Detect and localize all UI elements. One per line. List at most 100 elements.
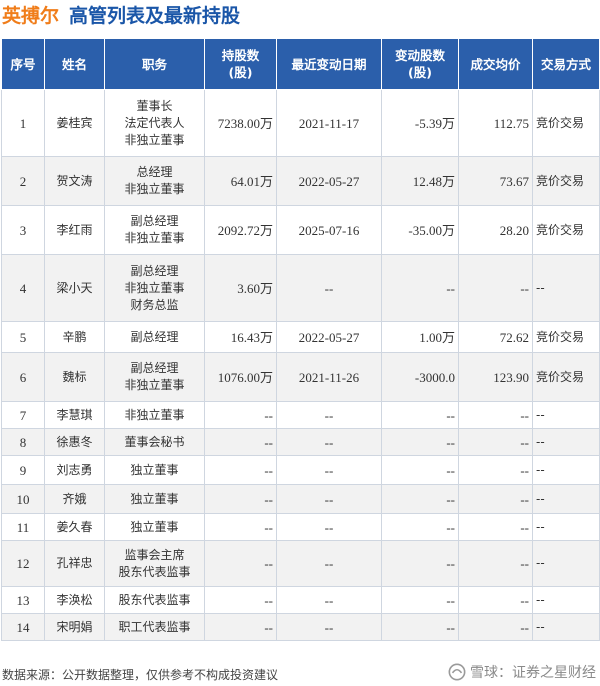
role-line: 非独立董事	[124, 378, 185, 392]
cell-shares: --	[204, 455, 277, 485]
cell-name: 徐惠冬	[44, 428, 105, 456]
cell-change-date: --	[276, 613, 382, 641]
column-header: 序号	[1, 38, 45, 90]
cell-change-date: --	[276, 586, 382, 614]
cell-index: 11	[1, 513, 45, 541]
cell-index: 6	[1, 352, 45, 402]
role-line: 副总经理	[130, 361, 179, 375]
cell-shares: --	[204, 586, 277, 614]
role-line: 独立董事	[130, 491, 179, 506]
cell-name: 孔祥忠	[44, 540, 105, 587]
cell-trade-method: --	[532, 484, 600, 514]
cell-change-shares: -35.00万	[381, 205, 459, 255]
cell-avg-price: 112.75	[458, 89, 533, 157]
cell-name: 李慧琪	[44, 401, 105, 429]
cell-change-shares: 12.48万	[381, 156, 459, 206]
cell-avg-price: 123.90	[458, 352, 533, 402]
cell-shares: --	[204, 401, 277, 429]
table-row: 3 李红雨 副总经理 非独立董事 2092.72万 2025-07-16 -35.00万 28…	[1, 205, 600, 255]
role-line: 股东代表监事	[118, 592, 191, 607]
cell-roles: 董事会秘书	[104, 428, 205, 456]
cell-name: 梁小天	[44, 254, 105, 322]
cell-change-shares: --	[381, 613, 459, 641]
table-row: 8 徐惠冬 董事会秘书 -- -- -- -- --	[1, 428, 600, 456]
table-row: 1 姜桂宾 董事长 法定代表人 非独立董事 7238.00万 2021-11-17 -5.39…	[1, 89, 600, 157]
cell-shares: 2092.72万	[204, 205, 277, 255]
cell-change-date: 2022-05-27	[276, 156, 382, 206]
cell-change-shares: 1.00万	[381, 321, 459, 353]
cell-index: 1	[1, 89, 45, 157]
cell-change-date: --	[276, 254, 382, 322]
cell-shares: 64.01万	[204, 156, 277, 206]
role-line: 非独立董事	[124, 280, 185, 295]
company-name: 英搏尔	[2, 5, 60, 27]
cell-roles: 副总经理	[104, 321, 205, 353]
cell-roles: 董事长 法定代表人 非独立董事	[104, 89, 205, 157]
cell-avg-price: 72.62	[458, 321, 533, 353]
cell-name: 齐娥	[44, 484, 105, 514]
table-row: 12 孔祥忠 监事会主席 股东代表监事 -- -- -- -- --	[1, 540, 600, 587]
cell-avg-price: --	[458, 484, 533, 514]
cell-roles: 副总经理 非独立董事	[104, 205, 205, 255]
role-line: 董事长	[136, 98, 173, 113]
role-line: 职工代表监事	[118, 619, 191, 634]
cell-trade-method: --	[532, 455, 600, 485]
cell-trade-method: --	[532, 401, 600, 429]
cell-name: 贺文涛	[44, 156, 105, 206]
cell-change-date: 2025-07-16	[276, 205, 382, 255]
role-line: 股东代表监事	[118, 564, 191, 579]
cell-avg-price: --	[458, 428, 533, 456]
cell-shares: --	[204, 484, 277, 514]
cell-shares: --	[204, 540, 277, 587]
cell-change-date: 2022-05-27	[276, 321, 382, 353]
cell-name: 辛鹏	[44, 321, 105, 353]
cell-name: 刘志勇	[44, 455, 105, 485]
cell-change-date: --	[276, 513, 382, 541]
cell-roles: 副总经理 非独立董事	[104, 352, 205, 402]
role-line: 财务总监	[130, 297, 179, 312]
cell-index: 7	[1, 401, 45, 429]
cell-change-shares: --	[381, 401, 459, 429]
cell-index: 14	[1, 613, 45, 641]
cell-roles: 总经理 非独立董事	[104, 156, 205, 206]
table-row: 10 齐娥 独立董事 -- -- -- -- --	[1, 484, 600, 514]
cell-name: 姜桂宾	[44, 89, 105, 157]
snowball-logo-icon	[448, 663, 466, 681]
cell-roles: 监事会主席 股东代表监事	[104, 540, 205, 587]
role-line: 独立董事	[130, 462, 179, 477]
cell-shares: 1076.00万	[204, 352, 277, 402]
cell-change-shares: --	[381, 428, 459, 456]
role-line: 总经理	[136, 165, 173, 179]
cell-trade-method: --	[532, 586, 600, 614]
cell-roles: 职工代表监事	[104, 613, 205, 641]
cell-roles: 非独立董事	[104, 401, 205, 429]
column-header: 交易方式	[532, 38, 600, 90]
cell-trade-method: --	[532, 428, 600, 456]
cell-index: 3	[1, 205, 45, 255]
cell-change-shares: --	[381, 540, 459, 587]
cell-avg-price: --	[458, 540, 533, 587]
cell-roles: 独立董事	[104, 455, 205, 485]
cell-name: 李涣松	[44, 586, 105, 614]
data-source-note: 数据来源：公开数据整理，仅供参考不构成投资建议	[2, 668, 279, 682]
cell-trade-method: --	[532, 613, 600, 641]
role-line: 副总经理	[130, 329, 179, 344]
cell-change-date: 2021-11-17	[276, 89, 382, 157]
role-line: 非独立董事	[124, 182, 185, 196]
brand-watermark: 雪球：证券之星财经	[448, 662, 596, 682]
cell-change-shares: -5.39万	[381, 89, 459, 157]
cell-avg-price: --	[458, 513, 533, 541]
cell-index: 9	[1, 455, 45, 485]
column-header: 成交均价	[458, 38, 533, 90]
cell-avg-price: --	[458, 254, 533, 322]
cell-avg-price: --	[458, 586, 533, 614]
role-line: 独立董事	[130, 519, 179, 534]
cell-name: 李红雨	[44, 205, 105, 255]
cell-trade-method: 竞价交易	[532, 156, 600, 206]
cell-change-shares: --	[381, 513, 459, 541]
cell-trade-method: --	[532, 540, 600, 587]
table-row: 5 辛鹏 副总经理 16.43万 2022-05-27 1.00万 72.62 竞价交易	[1, 321, 600, 353]
cell-name: 宋明娟	[44, 613, 105, 641]
column-header: 持股数 (股)	[204, 38, 277, 90]
column-header: 姓名	[44, 38, 105, 90]
